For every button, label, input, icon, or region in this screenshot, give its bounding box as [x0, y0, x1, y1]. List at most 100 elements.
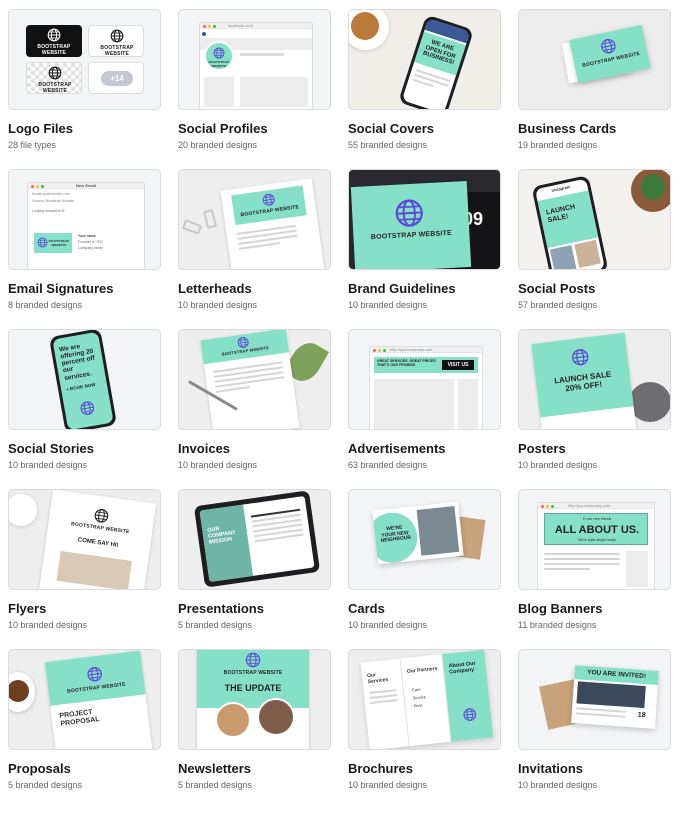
card-brochures[interactable]: Our Services Our Partners Care Service P… — [348, 649, 501, 800]
globe-icon — [110, 29, 124, 43]
invitations-thumbnail: YOU ARE INVITED! 18 — [518, 649, 671, 750]
card-flyers[interactable]: BOOTSTRAP WEBSITE COME SAY HI! Flyers 10… — [8, 489, 161, 640]
post-text: LAUNCH SALE! — [545, 203, 576, 225]
card-invoices[interactable]: BOOTSTRAP WEBSITE Invoices 10 branded de… — [178, 329, 331, 480]
card-social-posts[interactable]: Instagram LAUNCH SALE! Social Posts 57 b… — [518, 169, 671, 320]
brochure-partners: Our Partners — [406, 665, 438, 675]
phone-mockup: Instagram LAUNCH SALE! — [531, 175, 609, 269]
card-title: Invoices — [178, 441, 231, 456]
card-social-stories[interactable]: We are offering 20 percent off our servi… — [8, 329, 161, 480]
newsletter-title: THE UPDATE — [224, 683, 282, 693]
proposal-title: PROJECT PROPOSAL — [59, 708, 100, 728]
phone-mockup: WE ARE OPEN FOR BUSINESS! — [398, 14, 474, 109]
card-message: WE'RE YOUR NEW NEIGHBOUR — [380, 524, 412, 544]
card-title: Logo Files — [8, 121, 73, 136]
globe-icon — [47, 28, 61, 42]
card-brand-guidelines[interactable]: 09 BOOTSTRAP WEBSITE Brand Guidelines 10… — [348, 169, 501, 320]
card-title: Cards — [348, 601, 385, 616]
card-title: Letterheads — [178, 281, 252, 296]
social-posts-thumbnail: Instagram LAUNCH SALE! — [518, 169, 671, 270]
flyers-thumbnail: BOOTSTRAP WEBSITE COME SAY HI! — [8, 489, 161, 590]
cards-thumbnail: WE'RE YOUR NEW NEIGHBOUR — [348, 489, 501, 590]
card-blog-banners[interactable]: http://yourcompany.com To our new friend… — [518, 489, 671, 640]
card-letterheads[interactable]: BOOTSTRAP WEBSITE Letterheads 10 branded… — [178, 169, 331, 320]
card-title: Social Posts — [518, 281, 596, 296]
designs-grid: BOOTSTRAP WEBSITE BOOTSTRAP WEBSITE BOOT… — [8, 9, 671, 800]
brochure-mockup: Our Services Our Partners Care Service P… — [360, 650, 494, 749]
signature-role: Founder & CEO — [78, 240, 103, 244]
newsletter-paper: BOOTSTRAP WEBSITE THE UPDATE — [197, 650, 309, 749]
brand-name: BOOTSTRAP WEBSITE — [370, 229, 453, 242]
facebook-icon — [202, 32, 206, 36]
card-logo-files[interactable]: BOOTSTRAP WEBSITE BOOTSTRAP WEBSITE BOOT… — [8, 9, 161, 160]
signature-company: Company name — [78, 246, 103, 250]
email-subject: Subject: Bootstrap Website — [32, 199, 75, 203]
card-subtitle: 19 branded designs — [518, 140, 598, 150]
globe-icon — [462, 707, 477, 722]
card-subtitle: 20 branded designs — [178, 140, 258, 150]
card-subtitle: 10 branded designs — [178, 460, 258, 470]
card-subtitle: 63 branded designs — [348, 460, 428, 470]
brand-name: BOOTSTRAP WEBSITE — [38, 82, 72, 94]
brochures-thumbnail: Our Services Our Partners Care Service P… — [348, 649, 501, 750]
paper-clip — [202, 209, 218, 229]
blog-banners-thumbnail: http://yourcompany.com To our new friend… — [518, 489, 671, 590]
brand-name: BOOTSTRAP WEBSITE — [48, 239, 70, 247]
proposal-paper: BOOTSTRAP WEBSITE PROJECT PROPOSAL — [44, 650, 154, 749]
card-title: Advertisements — [348, 441, 446, 456]
brand-name: BOOTSTRAP WEBSITE — [100, 45, 134, 57]
card-subtitle: 5 branded designs — [178, 620, 253, 630]
card-title: Blog Banners — [518, 601, 603, 616]
browser-mockup: http://yourcompany.com To our new friend… — [537, 502, 655, 589]
advertisements-thumbnail: http://yourcompany.com GREAT SERVICES. G… — [348, 329, 501, 430]
brand-name: BOOTSTRAP WEBSITE — [223, 670, 283, 676]
posters-thumbnail: LAUNCH SALE 20% OFF! — [518, 329, 671, 430]
card-posters[interactable]: LAUNCH SALE 20% OFF! Posters 10 branded … — [518, 329, 671, 480]
poster-paper: LAUNCH SALE 20% OFF! — [531, 332, 637, 429]
candle — [9, 494, 37, 526]
guideline-page: BOOTSTRAP WEBSITE — [350, 181, 472, 269]
card-subtitle: 57 branded designs — [518, 300, 598, 310]
email-signatures-thumbnail: New Email bootstrap@website.com Subject:… — [8, 169, 161, 270]
phone-mockup: We are offering 20 percent off our servi… — [48, 330, 118, 429]
card-title: Email Signatures — [8, 281, 114, 296]
card-newsletters[interactable]: BOOTSTRAP WEBSITE THE UPDATE Newsletters… — [178, 649, 331, 800]
story-cta: + BOOK NOW — [65, 381, 96, 393]
card-subtitle: 10 branded designs — [518, 780, 598, 790]
browser-bar: facebook.com — [200, 23, 312, 29]
card-business-cards[interactable]: BOOTSTRAP WEBSITE Business Cards 19 bran… — [518, 9, 671, 160]
blog-banner-title: ALL ABOUT US. — [554, 524, 640, 536]
invoices-thumbnail: BOOTSTRAP WEBSITE — [178, 329, 331, 430]
globe-icon — [245, 652, 261, 668]
brochure-services: Our Services — [366, 672, 389, 685]
plant-pot — [631, 170, 670, 212]
card-title: Newsletters — [178, 761, 251, 776]
card-proposals[interactable]: BOOTSTRAP WEBSITE PROJECT PROPOSAL Propo… — [8, 649, 161, 800]
card-cards[interactable]: WE'RE YOUR NEW NEIGHBOUR Cards 10 brande… — [348, 489, 501, 640]
card-presentations[interactable]: OUR COMPANY MISSION Presentations 5 bran… — [178, 489, 331, 640]
globe-icon — [37, 237, 48, 248]
card-email-signatures[interactable]: New Email bootstrap@website.com Subject:… — [8, 169, 161, 320]
card-title: Business Cards — [518, 121, 617, 136]
app-name: Instagram — [551, 184, 571, 193]
card-subtitle: 10 branded designs — [348, 780, 428, 790]
globe-icon — [48, 66, 62, 80]
card-social-profiles[interactable]: facebook.com BOOTSTRAP WEBSITE Social Pr… — [178, 9, 331, 160]
email-window-title: New Email — [76, 183, 97, 188]
card-title: Posters — [518, 441, 566, 456]
globe-icon — [599, 37, 618, 56]
blog-banner-subtitle: We're quite alright really! — [577, 538, 617, 542]
globe-icon — [93, 507, 110, 524]
globe-icon — [261, 192, 276, 207]
tablet-mockup: OUR COMPANY MISSION — [193, 490, 321, 588]
card-invitations[interactable]: YOU ARE INVITED! 18 Invitations 10 brand… — [518, 649, 671, 800]
card-social-covers[interactable]: WE ARE OPEN FOR BUSINESS! Social Covers … — [348, 9, 501, 160]
card-subtitle: 8 branded designs — [8, 300, 83, 310]
brand-name: BOOTSTRAP WEBSITE — [37, 44, 71, 56]
browser-url: http://yourcompany.com — [568, 503, 611, 508]
social-profiles-thumbnail: facebook.com BOOTSTRAP WEBSITE — [178, 9, 331, 110]
card-title: Brochures — [348, 761, 414, 776]
profile-avatar: BOOTSTRAP WEBSITE — [204, 41, 234, 71]
poster-text: LAUNCH SALE 20% OFF! — [553, 369, 612, 394]
card-advertisements[interactable]: http://yourcompany.com GREAT SERVICES. G… — [348, 329, 501, 480]
